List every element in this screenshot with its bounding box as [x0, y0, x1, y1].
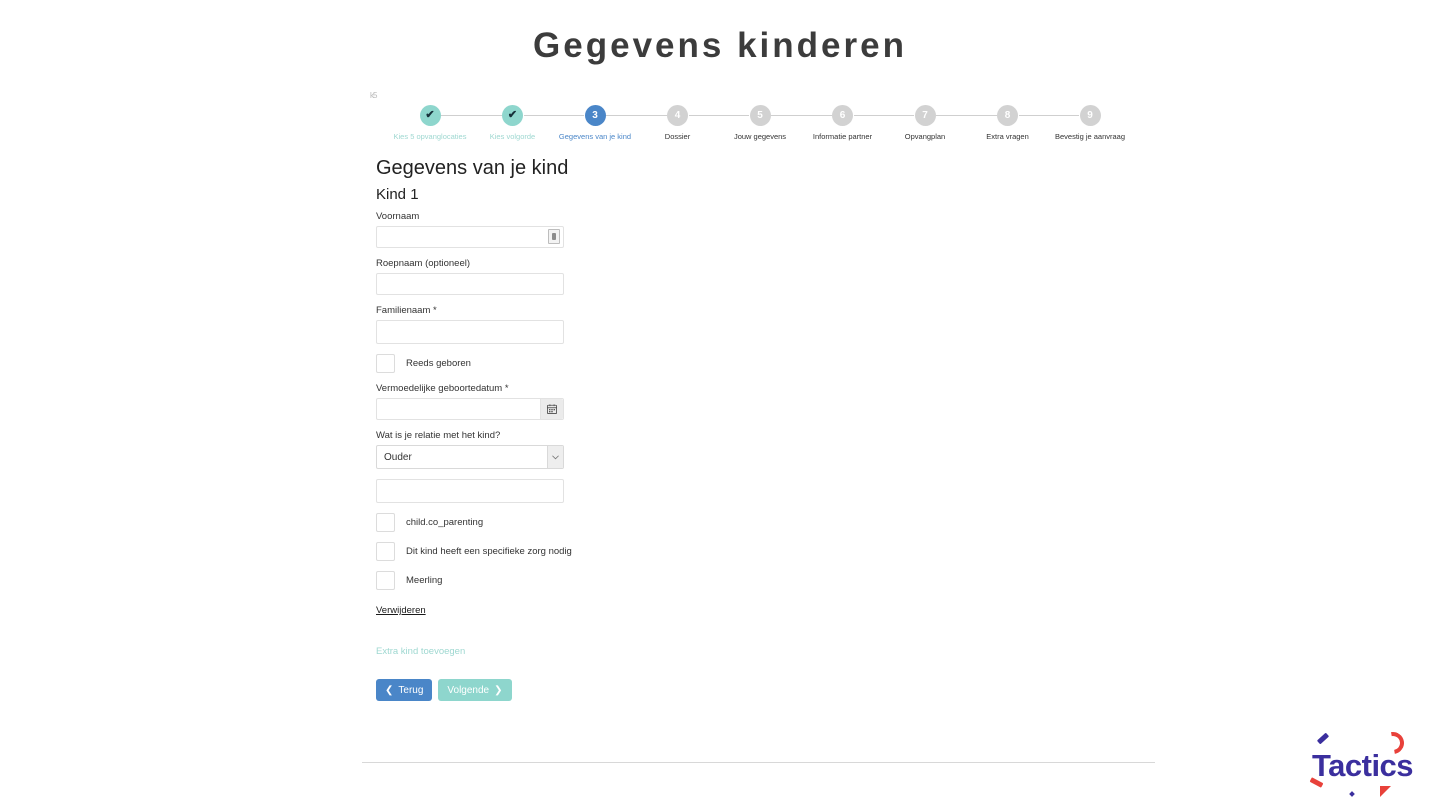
chevron-down-icon[interactable]	[547, 446, 563, 468]
tactics-logo: Tactics	[1296, 722, 1436, 806]
slide-canvas: Gegevens kinderen k5 ✔ Kies 5 opvanglocat…	[0, 0, 1440, 810]
roepnaam-label: Roepnaam (optioneel)	[376, 258, 471, 269]
stepper-connector	[688, 115, 749, 116]
field-roepnaam: Roepnaam (optioneel)	[376, 258, 586, 295]
field-extra	[376, 479, 586, 503]
geboortedatum-input[interactable]	[376, 398, 564, 420]
field-familienaam: Familienaam *	[376, 305, 586, 344]
familienaam-label: Familienaam *	[376, 305, 437, 316]
stepper-circle-2: ✔	[502, 105, 523, 126]
checkbox-row-specifieke-zorg[interactable]: Dit kind heeft een specifieke zorg nodig	[376, 542, 586, 561]
stepper-circle-7: 7	[914, 105, 936, 126]
relatie-select-value: Ouder	[384, 451, 412, 463]
stepper-step-9[interactable]: 9 Bevestig je aanvraag	[1035, 105, 1145, 142]
form-subheading: Kind 1	[376, 186, 419, 203]
corner-artifact: k5	[370, 91, 378, 100]
checkbox-row-co-parenting[interactable]: child.co_parenting	[376, 513, 586, 532]
screenshot-bottom-rule	[362, 762, 1155, 763]
confetti-dot-purple-icon	[1349, 791, 1355, 797]
voornaam-label: Voornaam	[376, 211, 420, 222]
check-icon: ✔	[425, 109, 435, 121]
stepper-circle-3: 3	[584, 105, 606, 126]
confetti-bar-purple-icon	[1316, 732, 1330, 745]
field-relatie: Wat is je relatie met het kind? Ouder	[376, 430, 586, 469]
stepper-connector	[853, 115, 914, 116]
tactics-wordmark: Tactics	[1312, 748, 1414, 783]
back-arrow-icon: ❮	[385, 684, 394, 696]
child-details-form: Gegevens van je kind Kind 1 Voornaam Roe…	[376, 157, 586, 701]
check-icon: ✔	[507, 109, 518, 121]
next-button-label: Volgende	[447, 684, 490, 696]
add-child-link[interactable]: Extra kind toevoegen	[376, 646, 586, 657]
stepper-circle-8: 8	[997, 105, 1018, 126]
stepper-circle-4: 4	[667, 105, 688, 126]
embedded-screenshot: k5 ✔ Kies 5 opvanglocaties ✔ Kies volgorde 3…	[362, 85, 1155, 763]
stepper-circle-1: ✔	[419, 105, 441, 126]
stepper-connector	[523, 115, 584, 116]
confetti-triangle-red-icon	[1380, 786, 1391, 797]
stepper-connector	[936, 115, 997, 116]
checkbox-label-specifieke-zorg: Dit kind heeft een specifieke zorg nodig	[406, 546, 572, 557]
next-arrow-icon: ❯	[494, 684, 503, 696]
progress-stepper: ✔ Kies 5 opvanglocaties ✔ Kies volgorde 3 Geg…	[376, 105, 1136, 165]
checkbox-co-parenting[interactable]	[376, 513, 395, 532]
roepnaam-input[interactable]	[376, 273, 564, 295]
relatie-select[interactable]: Ouder	[376, 445, 564, 469]
checkbox-specifieke-zorg[interactable]	[376, 542, 395, 561]
field-voornaam: Voornaam	[376, 211, 586, 248]
checkbox-label-meerling: Meerling	[406, 575, 443, 586]
stepper-connector	[1018, 115, 1079, 116]
checkbox-reeds-geboren[interactable]	[376, 354, 395, 373]
checkbox-label-reeds-geboren: Reeds geboren	[406, 358, 471, 369]
checkbox-row-meerling[interactable]: Meerling	[376, 571, 586, 590]
remove-child-link[interactable]: Verwijderen	[376, 605, 426, 616]
stepper-circle-6: 6	[832, 105, 853, 126]
stepper-circle-5: 5	[749, 105, 771, 126]
calendar-icon[interactable]	[540, 399, 563, 419]
page-title: Gegevens kinderen	[533, 26, 907, 65]
familienaam-input[interactable]	[376, 320, 564, 344]
form-navigation-buttons: ❮ Terug Volgende ❯	[376, 679, 586, 701]
extra-input[interactable]	[376, 479, 564, 503]
voornaam-input[interactable]	[376, 226, 564, 248]
relatie-label: Wat is je relatie met het kind?	[376, 430, 501, 441]
stepper-connector	[441, 115, 502, 116]
back-button[interactable]: ❮ Terug	[376, 679, 433, 701]
geboortedatum-label: Vermoedelijke geboortedatum *	[376, 383, 509, 394]
autofill-icon[interactable]	[548, 229, 560, 244]
stepper-label-9: Bevestig je aanvraag	[1054, 132, 1126, 141]
field-geboortedatum: Vermoedelijke geboortedatum *	[376, 383, 586, 420]
stepper-connector	[771, 115, 832, 116]
next-button[interactable]: Volgende ❯	[438, 679, 512, 701]
stepper-circle-9: 9	[1079, 105, 1101, 126]
checkbox-row-reeds-geboren[interactable]: Reeds geboren	[376, 354, 586, 373]
checkbox-label-co-parenting: child.co_parenting	[406, 517, 484, 528]
stepper-connector	[606, 115, 667, 116]
back-button-label: Terug	[398, 684, 424, 696]
checkbox-meerling[interactable]	[376, 571, 395, 590]
form-heading: Gegevens van je kind	[376, 157, 569, 179]
